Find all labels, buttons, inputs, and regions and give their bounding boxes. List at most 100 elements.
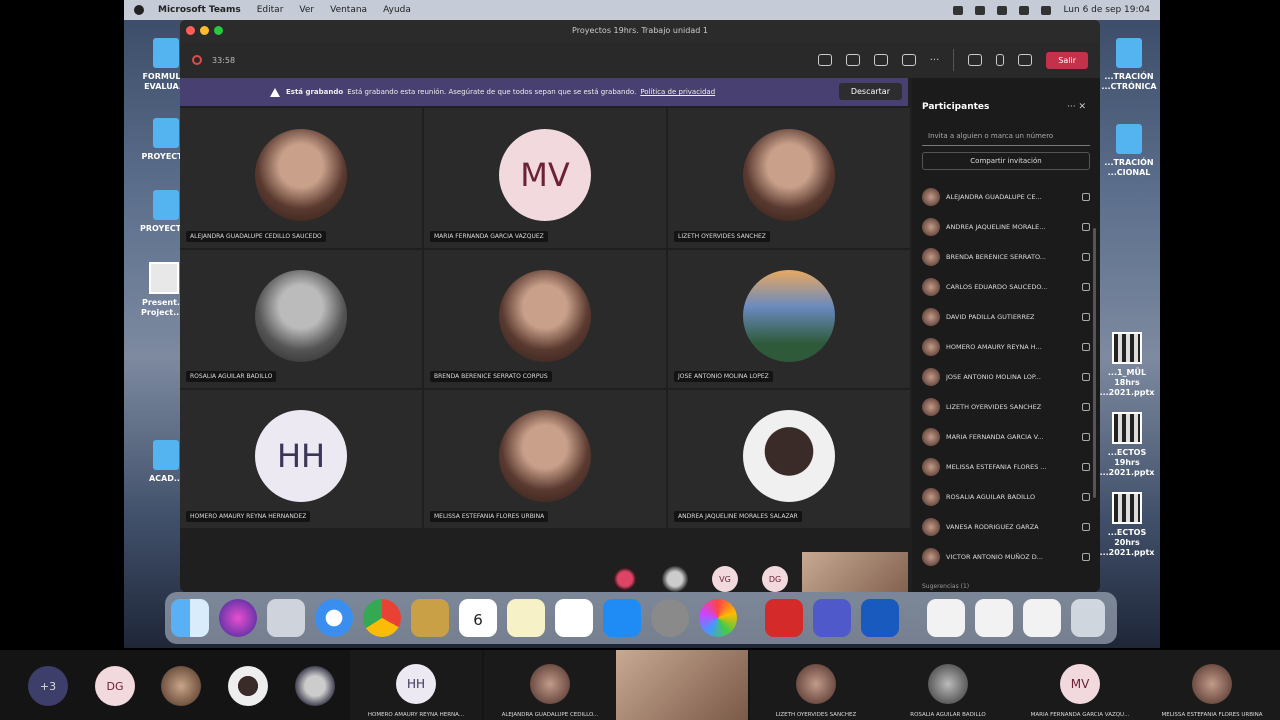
avatar[interactable] [228,666,268,706]
share-invite-button[interactable]: Compartir invitación [922,152,1090,170]
document-thumbnail[interactable] [927,599,965,637]
share-screen-icon[interactable] [1018,54,1033,66]
menu-app-name[interactable]: Microsoft Teams [158,5,241,15]
list-item[interactable]: ROSALIA AGUILAR BADILLO [922,482,1090,512]
photos-icon[interactable] [699,599,737,637]
avatar[interactable]: VG [712,566,738,592]
menu-ayuda[interactable]: Ayuda [383,5,411,15]
list-item[interactable]: CARLOS EDUARDO SAUCEDO... [922,272,1090,302]
apple-icon[interactable] [134,5,144,15]
microphone-muted-icon [1082,523,1090,531]
system-preferences-icon[interactable] [651,599,689,637]
microphone-icon[interactable] [996,54,1005,66]
desktop-folder[interactable]: ...TRACIÓN ...CTRÓNICA [1100,38,1158,92]
participant-tile[interactable]: LIZETH OYERVIDES SANCHEZ [750,650,882,720]
more-participants-button[interactable]: +3 [28,666,68,706]
siri-icon[interactable] [219,599,257,637]
avatar[interactable]: DG [762,566,788,592]
more-icon[interactable]: ··· [930,55,940,66]
participant-tile[interactable] [616,650,748,720]
acrobat-icon[interactable] [765,599,803,637]
camera-icon[interactable] [968,54,983,66]
menu-ver[interactable]: Ver [299,5,314,15]
calendar-icon[interactable]: 6 [459,599,497,637]
document-thumbnail[interactable] [975,599,1013,637]
desktop-folder[interactable]: ...TRACIÓN ...CIONAL [1100,124,1158,178]
trash-icon[interactable] [1071,599,1105,637]
participant-tile[interactable]: ROSALIA AGUILAR BADILLO [882,650,1014,720]
close-icon[interactable] [186,26,195,35]
suggestions-toggle[interactable]: Sugerencias (1) [922,583,969,590]
safari-icon[interactable] [315,599,353,637]
participant-name: BRENDA BERENICE SERRATO... [946,253,1046,261]
menu-editar[interactable]: Editar [257,5,284,15]
banner-text: Está grabando esta reunión. Asegúrate de… [347,88,637,96]
minimize-icon[interactable] [200,26,209,35]
folder-icon [1116,38,1142,68]
status-icon[interactable] [997,5,1008,15]
list-item[interactable]: ANDREA JAQUELINE MORALE... [922,212,1090,242]
self-video[interactable] [802,552,908,592]
participant-tile[interactable]: HH HOMERO AMAURY REYNA HERNANDEZ [180,390,422,528]
list-item[interactable]: BRENDA BERENICE SERRATO... [922,242,1090,272]
participant-tile[interactable]: MELISSA ESTEFANIA FLORES URBINA [1146,650,1280,720]
finder-icon[interactable] [171,599,209,637]
pdf-thumbnail[interactable] [1023,599,1061,637]
status-icon[interactable] [975,5,986,15]
participant-tile[interactable]: ALEJANDRA GUADALUPE CEDILLO SAUCEDO [180,108,422,248]
teams-icon[interactable] [813,599,851,637]
avatar[interactable] [161,666,201,706]
avatar[interactable] [662,566,688,592]
participant-tile[interactable]: ANDREA JAQUELINE MORALES SALAZAR [668,390,910,528]
notes-icon[interactable] [507,599,545,637]
desktop-file[interactable]: ...ECTOS 20hrs ...2021.pptx [1096,492,1158,558]
list-item[interactable]: MARIA FERNANDA GARCIA V... [922,422,1090,452]
list-item[interactable]: JOSE ANTONIO MOLINA LOP... [922,362,1090,392]
status-icon[interactable] [953,5,964,15]
avatar[interactable] [295,666,335,706]
participants-icon[interactable] [817,54,832,66]
invite-input[interactable]: Invita a alguien o marca un número [922,128,1090,146]
list-item[interactable]: LIZETH OYERVIDES SANCHEZ [922,392,1090,422]
reactions-icon[interactable] [873,54,888,66]
maximize-icon[interactable] [214,26,223,35]
participant-tile[interactable]: JOSE ANTONIO MOLINA LOPEZ [668,250,910,388]
app-store-icon[interactable] [603,599,641,637]
list-item[interactable]: DAVID PADILLA GUTIERREZ [922,302,1090,332]
list-item[interactable]: VICTOR ANTONIO MUÑOZ D... [922,542,1090,572]
participant-tile[interactable]: LIZETH OYERVIDES SANCHEZ [668,108,910,248]
reminders-icon[interactable] [555,599,593,637]
participant-tile[interactable]: MV MARIA FERNANDA GARCIA VAZQUEZ [424,108,666,248]
chrome-icon[interactable] [363,599,401,637]
wifi-icon[interactable] [1019,5,1030,15]
participant-tile[interactable]: HH HOMERO AMAURY REYNA HERNA... [350,650,482,720]
menu-ventana[interactable]: Ventana [330,5,367,15]
participant-tile[interactable]: ROSALIA AGUILAR BADILLO [180,250,422,388]
participant-tile[interactable]: MV MARIA FERNANDA GARCIA VAZQU... [1014,650,1146,720]
participant-tile[interactable]: BRENDA BERENICE SERRATO CORPUS [424,250,666,388]
menubar-clock[interactable]: Lun 6 de sep 19:04 [1063,5,1150,15]
word-icon[interactable] [861,599,899,637]
dismiss-button[interactable]: Descartar [838,83,902,100]
chat-icon[interactable] [845,54,860,66]
search-icon[interactable] [1041,5,1052,15]
avatar [922,398,940,416]
list-item[interactable]: MELISSA ESTEFANIA FLORES ... [922,452,1090,482]
privacy-link[interactable]: Política de privacidad [640,88,715,96]
participant-tile[interactable]: ALEJANDRA GUADALUPE CEDILLO... [484,650,616,720]
microphone-muted-icon [1082,193,1090,201]
rooms-icon[interactable] [901,54,916,66]
avatar[interactable] [612,566,638,592]
desktop-file[interactable]: ...1_MÜL 18hrs ...2021.pptx [1096,332,1158,398]
list-item[interactable]: ALEJANDRA GUADALUPE CE... [922,182,1090,212]
scrollbar[interactable] [1093,228,1096,498]
launchpad-icon[interactable] [267,599,305,637]
list-item[interactable]: VANESA RODRIGUEZ GARZA [922,512,1090,542]
panel-close-icon[interactable]: ··· ✕ [1067,102,1086,112]
list-item[interactable]: HOMERO AMAURY REYNA H... [922,332,1090,362]
leave-button[interactable]: Salir [1046,51,1088,69]
desktop-file[interactable]: ...ECTOS 19hrs ...2021.pptx [1096,412,1158,478]
participant-tile[interactable]: MELISSA ESTEFANIA FLORES URBINA [424,390,666,528]
contacts-icon[interactable] [411,599,449,637]
avatar[interactable]: DG [95,666,135,706]
